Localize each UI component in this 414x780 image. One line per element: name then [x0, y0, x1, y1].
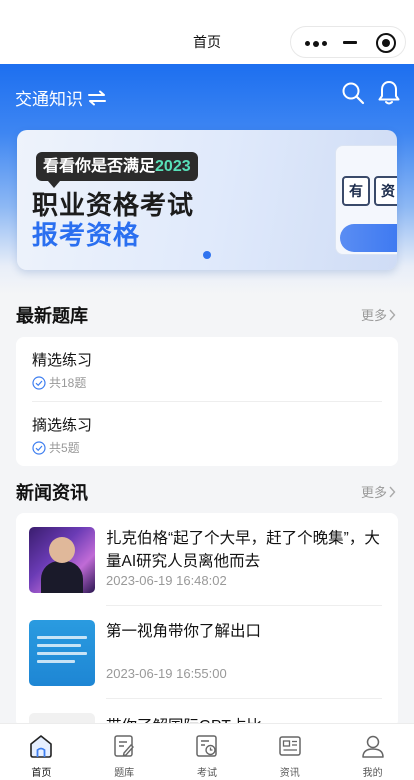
promo-banner[interactable]: 看看你是否满足2023 职业资格考试 报考资格 有 资 [17, 130, 397, 270]
news-title: 第一视角带你了解出口 [106, 623, 262, 640]
question-count: 共5题 [32, 439, 80, 456]
home-icon [30, 735, 53, 758]
profile-icon [361, 735, 384, 758]
tab-label: 资讯 [279, 768, 300, 779]
section-title: 最新题库 [16, 306, 88, 326]
tab-home[interactable]: 首页 [0, 724, 83, 780]
category-title: 交通知识 [15, 90, 83, 109]
top-nav-bar: 首页 [0, 0, 414, 64]
more-menu-icon[interactable] [305, 40, 327, 47]
chevron-right-icon [389, 309, 396, 320]
question-bank-icon [114, 735, 135, 757]
banner-illustration: 有 资 [335, 145, 397, 255]
news-item[interactable]: 第一视角带你了解出口 2023-06-19 16:55:00 [16, 606, 398, 699]
banner-year: 2023 [155, 158, 191, 175]
mini-program-capsule [290, 26, 406, 58]
question-bank-header: 最新题库 更多 [16, 302, 398, 326]
bottom-tab-bar: 首页 题库 考试 资讯 我的 [0, 723, 414, 780]
tab-question-bank[interactable]: 题库 [83, 724, 166, 780]
carousel-indicator[interactable] [203, 251, 211, 259]
tab-profile[interactable]: 我的 [331, 724, 414, 780]
question-bank-card: 精选练习 共18题 摘选练习 共5题 [16, 337, 398, 466]
section-title: 新闻资讯 [16, 483, 88, 503]
practice-name: 精选练习 [32, 352, 93, 369]
bell-icon[interactable] [377, 80, 401, 106]
tab-label: 题库 [114, 768, 135, 779]
news-icon [279, 736, 301, 756]
category-switcher[interactable]: 交通知识 [15, 85, 107, 110]
check-circle-icon [32, 440, 46, 455]
news-card: 扎克伯格“起了个大早，赶了个晚集”，大量AI研究人员离他而去 2023-06-1… [16, 513, 398, 728]
list-item[interactable]: 摘选练习 共5题 [16, 402, 398, 466]
swap-icon [88, 90, 106, 105]
chevron-right-icon [389, 486, 396, 497]
news-more-link[interactable]: 更多 [361, 482, 396, 501]
news-date: 2023-06-19 16:48:02 [106, 573, 227, 588]
banner-key: 资 [374, 176, 397, 206]
question-count: 共18题 [32, 374, 86, 391]
banner-tag: 看看你是否满足2023 [36, 152, 198, 188]
news-item[interactable]: 扎克伯格“起了个大早，赶了个晚集”，大量AI研究人员离他而去 2023-06-1… [16, 513, 398, 606]
search-icon[interactable] [341, 81, 365, 105]
tab-news[interactable]: 资讯 [248, 724, 331, 780]
banner-subheadline: 报考资格 [32, 220, 141, 250]
news-header: 新闻资讯 更多 [16, 479, 398, 503]
minimize-icon[interactable] [343, 41, 357, 44]
check-circle-icon [32, 375, 46, 390]
exam-icon [196, 735, 217, 757]
news-thumbnail [29, 527, 95, 593]
news-date: 2023-06-19 16:55:00 [106, 666, 227, 681]
tab-exam[interactable]: 考试 [166, 724, 249, 780]
tab-label: 考试 [196, 768, 217, 779]
practice-name: 摘选练习 [32, 417, 93, 434]
close-capsule-icon[interactable] [376, 33, 396, 53]
tab-label: 我的 [362, 768, 383, 779]
news-thumbnail [29, 620, 95, 686]
question-bank-more-link[interactable]: 更多 [361, 305, 396, 324]
news-title: 扎克伯格“起了个大早，赶了个晚集”，大量AI研究人员离他而去 [106, 530, 380, 570]
tab-label: 首页 [31, 768, 52, 779]
list-item[interactable]: 精选练习 共18题 [16, 337, 398, 402]
banner-key: 有 [342, 176, 370, 206]
